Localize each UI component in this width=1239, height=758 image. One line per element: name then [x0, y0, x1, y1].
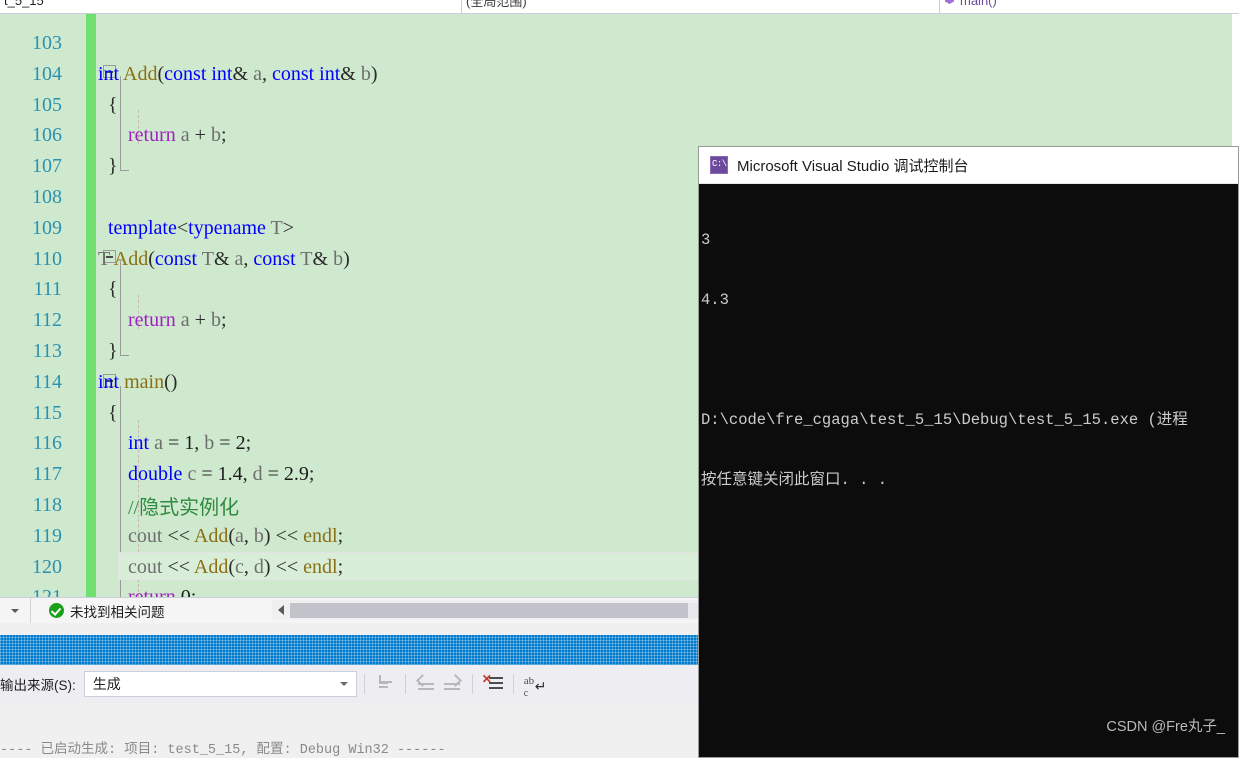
line-number: 105 [32, 93, 62, 116]
line-number: 118 [32, 493, 62, 516]
line-content: return a + b; [128, 123, 227, 146]
line-number: 104 [32, 62, 62, 85]
error-list-status: 未找到相关问题 [31, 601, 165, 621]
line-number: 120 [32, 555, 62, 578]
jump-to-source-button[interactable] [372, 672, 398, 696]
code-line[interactable]: 104 int Add(const int& a, const int& b) [0, 59, 1239, 89]
line-number: 107 [32, 154, 62, 177]
go-to-next-button[interactable] [439, 672, 465, 696]
console-line: 3 [701, 231, 711, 249]
line-number: 117 [32, 462, 62, 485]
debug-console-window[interactable]: Microsoft Visual Studio 调试控制台 3 4.3 D:\c… [698, 146, 1239, 758]
console-titlebar[interactable]: Microsoft Visual Studio 调试控制台 [699, 147, 1238, 184]
csdn-watermark: CSDN @Fre丸子_ [1106, 719, 1225, 735]
line-number: 109 [32, 216, 62, 239]
line-number: 116 [32, 431, 62, 454]
word-wrap-icon: ab c [523, 675, 535, 699]
jump-arrow-icon [378, 675, 388, 684]
console-icon [710, 156, 728, 174]
line-content: int Add(const int& a, const int& b) [98, 62, 378, 85]
line-number: 108 [32, 185, 62, 208]
code-line[interactable]: 105 { [0, 90, 1239, 120]
line-number: 103 [32, 31, 62, 54]
output-text-area[interactable]: ---- 已启动生成: 项目: test_5_15, 配置: Debug Win… [0, 703, 700, 758]
horizontal-scrollbar[interactable] [272, 600, 700, 620]
navigation-bar: t_5_15 (全局范围) main() [0, 0, 1239, 14]
line-content: return 0; [128, 585, 197, 597]
console-line: 4.3 [701, 291, 729, 309]
red-x-icon: ✕ [481, 672, 492, 686]
code-line[interactable]: 103 [0, 28, 1239, 58]
navbar-member-dropdown[interactable]: main() [940, 0, 1239, 13]
line-content: { [98, 277, 118, 300]
toolbar-separator [512, 674, 514, 694]
line-content: double c = 1.4, d = 2.9; [128, 462, 315, 485]
output-pane: 输出来源(S): 生成 ✕ ab c ↵ ---- 已启动生成: 项目: tes… [0, 623, 700, 758]
output-source-value: 生成 [92, 676, 121, 692]
output-source-label: 输出来源(S): [0, 678, 76, 693]
go-to-previous-button[interactable] [413, 672, 439, 696]
clear-all-button[interactable]: ✕ [480, 672, 506, 696]
toolbar-separator [363, 674, 365, 694]
toolbar-separator [404, 674, 406, 694]
chevron-down-icon [11, 608, 19, 613]
error-list-dropdown-button[interactable] [0, 598, 31, 623]
error-list-status-text: 未找到相关问题 [70, 604, 165, 620]
line-number: 121 [32, 585, 62, 597]
console-line: D:\code\fre_cgaga\test_5_15\Debug\test_5… [701, 411, 1188, 429]
console-output-area[interactable]: 3 4.3 D:\code\fre_cgaga\test_5_15\Debug\… [699, 184, 1238, 530]
line-number: 111 [33, 277, 62, 300]
output-source-dropdown[interactable]: 生成 [83, 671, 357, 697]
line-content: { [98, 401, 118, 424]
navbar-member-label: main() [960, 0, 997, 8]
line-number: 106 [32, 123, 62, 146]
line-content: T Add(const T& a, const T& b) [98, 247, 350, 270]
console-title-text: Microsoft Visual Studio 调试控制台 [737, 157, 969, 175]
chevron-down-icon [339, 682, 348, 686]
line-content: cout << Add(a, b) << endl; [128, 524, 344, 547]
line-number: 110 [32, 247, 62, 270]
navbar-scope-label: (全局范围) [466, 0, 527, 9]
line-content: template<typename T> [108, 216, 295, 239]
check-circle-icon [49, 603, 64, 618]
line-content: int main() [98, 370, 178, 393]
method-icon [944, 0, 956, 6]
output-line: ---- 已启动生成: 项目: test_5_15, 配置: Debug Win… [0, 743, 446, 758]
triangle-left-icon[interactable] [278, 605, 284, 615]
line-number: 113 [32, 339, 62, 362]
line-content: { [98, 93, 118, 116]
console-line: 按任意键关闭此窗口. . . [701, 471, 888, 489]
line-content: int a = 1, b = 2; [128, 431, 252, 454]
line-content: return a + b; [128, 308, 227, 331]
output-pane-titlebar[interactable] [0, 635, 700, 665]
line-number: 114 [32, 370, 62, 393]
line-number: 112 [32, 308, 62, 331]
line-number: 119 [32, 524, 62, 547]
navbar-file-dropdown[interactable]: t_5_15 [0, 0, 462, 13]
navbar-file-label: t_5_15 [4, 0, 44, 8]
scrollbar-track[interactable] [290, 602, 700, 618]
toolbar-separator [471, 674, 473, 694]
output-toolbar: 输出来源(S): 生成 ✕ ab c ↵ [0, 665, 700, 703]
toggle-word-wrap-button[interactable]: ab c ↵ [521, 672, 547, 699]
navbar-scope-dropdown[interactable]: (全局范围) [462, 0, 940, 13]
line-number: 115 [32, 401, 62, 424]
scrollbar-thumb[interactable] [290, 602, 688, 618]
line-content: } [98, 154, 118, 177]
word-wrap-arrow-icon: ↵ [534, 678, 547, 694]
line-content: //隐式实例化 [98, 496, 240, 519]
line-content: } [98, 339, 118, 362]
line-content: cout << Add(c, d) << endl; [128, 555, 344, 578]
